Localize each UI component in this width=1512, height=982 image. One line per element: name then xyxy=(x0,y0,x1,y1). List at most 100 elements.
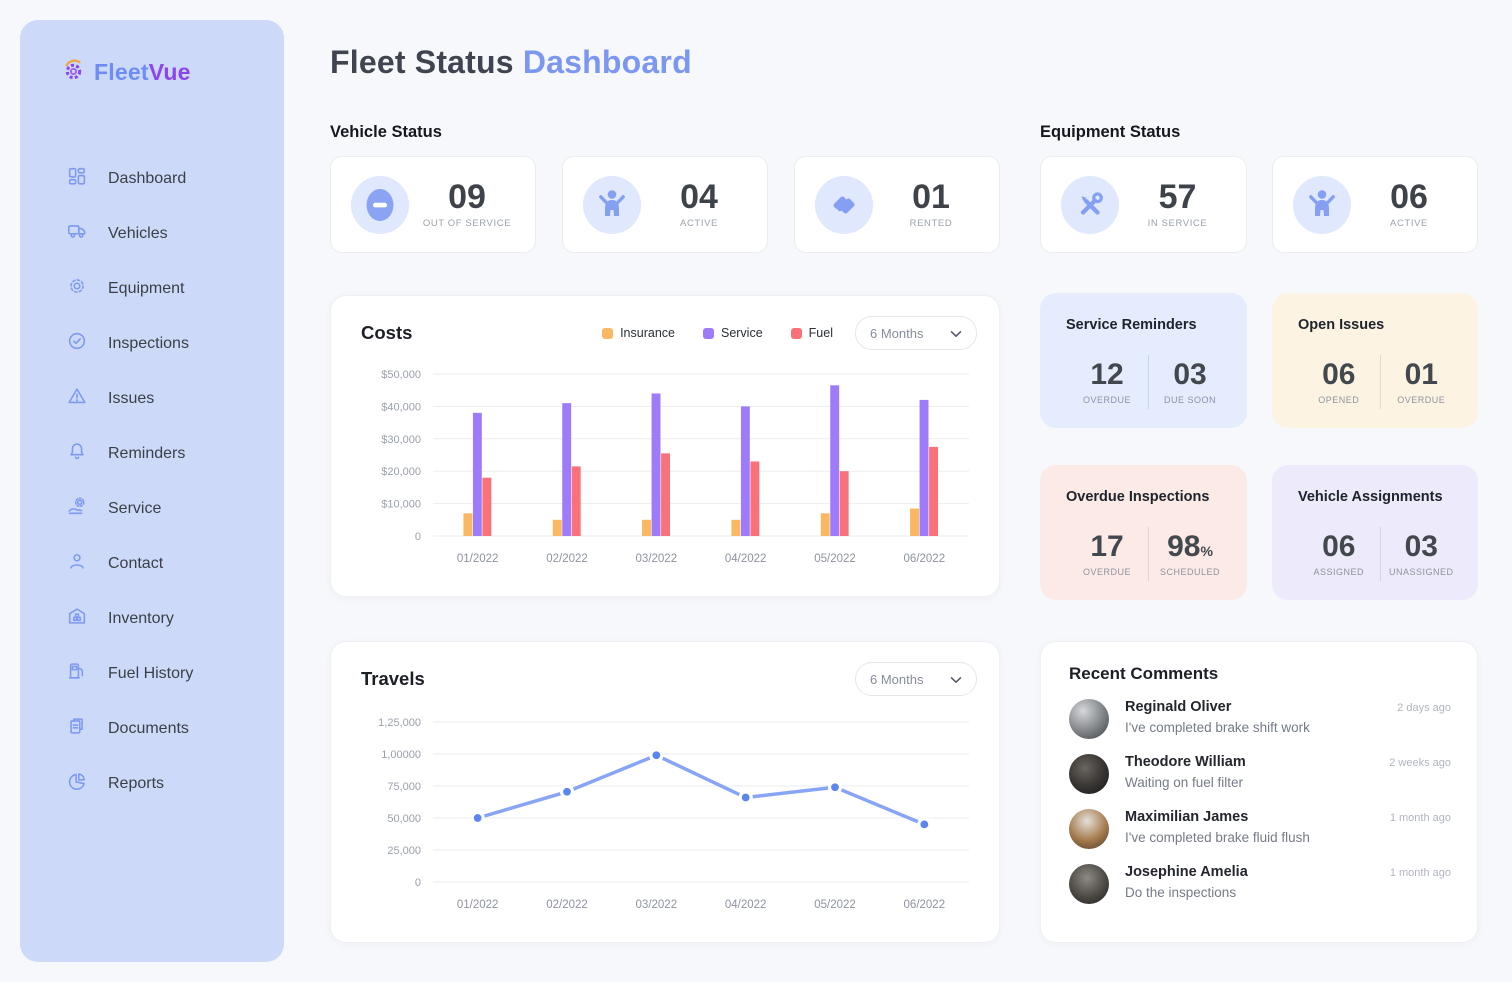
sidebar-item-label: Issues xyxy=(108,390,154,408)
travels-title: Travels xyxy=(361,668,425,690)
comment-time: 2 days ago xyxy=(1397,702,1451,714)
travels-period-dropdown[interactable]: 6 Months xyxy=(855,662,977,696)
status-value: 57 xyxy=(1159,180,1197,214)
sidebar-item-dashboard[interactable]: Dashboard xyxy=(20,151,284,206)
status-label: ACTIVE xyxy=(680,218,718,229)
sidebar-item-vehicles[interactable]: Vehicles xyxy=(20,206,284,261)
warning-triangle-icon xyxy=(66,385,88,412)
sidebar-nav: Dashboard Vehicles Equipment Inspections… xyxy=(20,151,284,811)
sidebar-item-inspections[interactable]: Inspections xyxy=(20,316,284,371)
comment-item: Theodore William2 weeks ago Waiting on f… xyxy=(1069,754,1451,794)
sidebar: FleetVue Dashboard Vehicles Equipment In… xyxy=(20,20,284,962)
svg-text:50,000: 50,000 xyxy=(387,813,421,825)
fuel-swatch xyxy=(791,328,802,339)
hand-gear-icon xyxy=(66,495,88,522)
svg-text:1,00000: 1,00000 xyxy=(381,749,421,761)
sidebar-item-label: Service xyxy=(108,500,161,518)
sidebar-item-reports[interactable]: Reports xyxy=(20,756,284,811)
sidebar-item-reminders[interactable]: Reminders xyxy=(20,426,284,481)
chevron-down-icon xyxy=(950,672,962,687)
vehicle-rented-card: 01 RENTED xyxy=(794,156,1000,253)
svg-text:02/2022: 02/2022 xyxy=(546,553,588,565)
sidebar-item-fuel-history[interactable]: Fuel History xyxy=(20,646,284,701)
sidebar-item-service[interactable]: Service xyxy=(20,481,284,536)
costs-period-dropdown[interactable]: 6 Months xyxy=(855,316,977,350)
sidebar-item-documents[interactable]: Documents xyxy=(20,701,284,756)
check-circle-icon xyxy=(66,330,88,357)
avatar xyxy=(1069,809,1109,849)
legend-service: Service xyxy=(703,326,763,340)
svg-text:05/2022: 05/2022 xyxy=(814,899,856,911)
svg-text:01/2022: 01/2022 xyxy=(457,899,499,911)
svg-text:$20,000: $20,000 xyxy=(381,466,421,478)
comment-time: 1 month ago xyxy=(1390,867,1451,879)
sidebar-item-contact[interactable]: Contact xyxy=(20,536,284,591)
avatar xyxy=(1069,699,1109,739)
recent-comments-panel: Recent Comments Reginald Oliver 2 days ag… xyxy=(1040,641,1478,943)
svg-text:04/2022: 04/2022 xyxy=(725,899,767,911)
svg-text:$10,000: $10,000 xyxy=(381,499,421,511)
costs-legend: Insurance Service Fuel xyxy=(602,326,833,340)
comment-item: Reginald Oliver 2 days ago I've completed… xyxy=(1069,699,1451,739)
documents-icon xyxy=(66,715,88,742)
svg-text:1,25,000: 1,25,000 xyxy=(378,717,421,729)
svg-text:$30,000: $30,000 xyxy=(381,434,421,446)
comments-title: Recent Comments xyxy=(1069,664,1451,684)
dashboard-icon xyxy=(66,165,88,192)
status-value: 04 xyxy=(680,180,718,214)
avatar xyxy=(1069,754,1109,794)
svg-text:0: 0 xyxy=(415,877,421,889)
comment-author: Maximilian James xyxy=(1125,809,1248,825)
sidebar-item-inventory[interactable]: Inventory xyxy=(20,591,284,646)
comment-item: Maximilian James1 month ago I've complet… xyxy=(1069,809,1451,849)
sidebar-item-label: Fuel History xyxy=(108,665,193,683)
person-active-icon xyxy=(583,176,641,234)
bell-icon xyxy=(66,440,88,467)
legend-fuel: Fuel xyxy=(791,326,833,340)
svg-text:0: 0 xyxy=(415,531,421,543)
app-logo: FleetVue xyxy=(62,58,284,87)
svg-text:$40,000: $40,000 xyxy=(381,401,421,413)
svg-text:75,000: 75,000 xyxy=(387,781,421,793)
sidebar-item-equipment[interactable]: Equipment xyxy=(20,261,284,316)
sidebar-item-issues[interactable]: Issues xyxy=(20,371,284,426)
tools-icon xyxy=(1061,176,1119,234)
costs-bar-chart: 0$10,000$20,000$30,000$40,000$50,00001/2… xyxy=(345,360,985,592)
svg-text:05/2022: 05/2022 xyxy=(814,553,856,565)
svg-text:02/2022: 02/2022 xyxy=(546,899,588,911)
service-swatch xyxy=(703,328,714,339)
avatar xyxy=(1069,864,1109,904)
equipment-in-service-card: 57 IN SERVICE xyxy=(1040,156,1247,253)
vehicle-status-heading: Vehicle Status xyxy=(330,123,442,142)
vehicle-active-card: 04 ACTIVE xyxy=(562,156,768,253)
svg-text:$50,000: $50,000 xyxy=(381,369,421,381)
sidebar-item-label: Vehicles xyxy=(108,225,168,243)
comment-author: Reginald Oliver xyxy=(1125,699,1231,715)
status-label: RENTED xyxy=(910,218,953,229)
svg-text:04/2022: 04/2022 xyxy=(725,553,767,565)
app-name: FleetVue xyxy=(94,59,191,86)
status-value: 06 xyxy=(1390,180,1428,214)
pie-chart-icon xyxy=(66,770,88,797)
sidebar-item-label: Documents xyxy=(108,720,189,738)
svg-text:25,000: 25,000 xyxy=(387,845,421,857)
handshake-icon xyxy=(815,176,873,234)
comment-time: 2 weeks ago xyxy=(1389,757,1451,769)
comment-text: I've completed brake fluid flush xyxy=(1125,830,1451,845)
card-title: Overdue Inspections xyxy=(1066,489,1231,505)
comment-author: Josephine Amelia xyxy=(1125,864,1248,880)
fleet-dashboard: FleetVue Dashboard Vehicles Equipment In… xyxy=(0,0,1512,982)
equipment-status-heading: Equipment Status xyxy=(1040,123,1180,142)
service-reminders-card: Service Reminders 12OVERDUE 03DUE SOON xyxy=(1040,293,1247,428)
vehicle-assignments-card: Vehicle Assignments 06ASSIGNED 03UNASSIG… xyxy=(1272,465,1478,600)
overdue-inspections-card: Overdue Inspections 17OVERDUE 98%SCHEDUL… xyxy=(1040,465,1247,600)
sidebar-item-label: Contact xyxy=(108,555,163,573)
comment-text: I've completed brake shift work xyxy=(1125,720,1451,735)
warehouse-icon xyxy=(66,605,88,632)
page-title: Fleet Status Dashboard xyxy=(330,44,692,81)
svg-text:06/2022: 06/2022 xyxy=(904,553,946,565)
status-label: IN SERVICE xyxy=(1148,218,1208,229)
comment-text: Waiting on fuel filter xyxy=(1125,775,1451,790)
sidebar-item-label: Reminders xyxy=(108,445,185,463)
open-issues-card: Open Issues 06OPENED 01OVERDUE xyxy=(1272,293,1478,428)
